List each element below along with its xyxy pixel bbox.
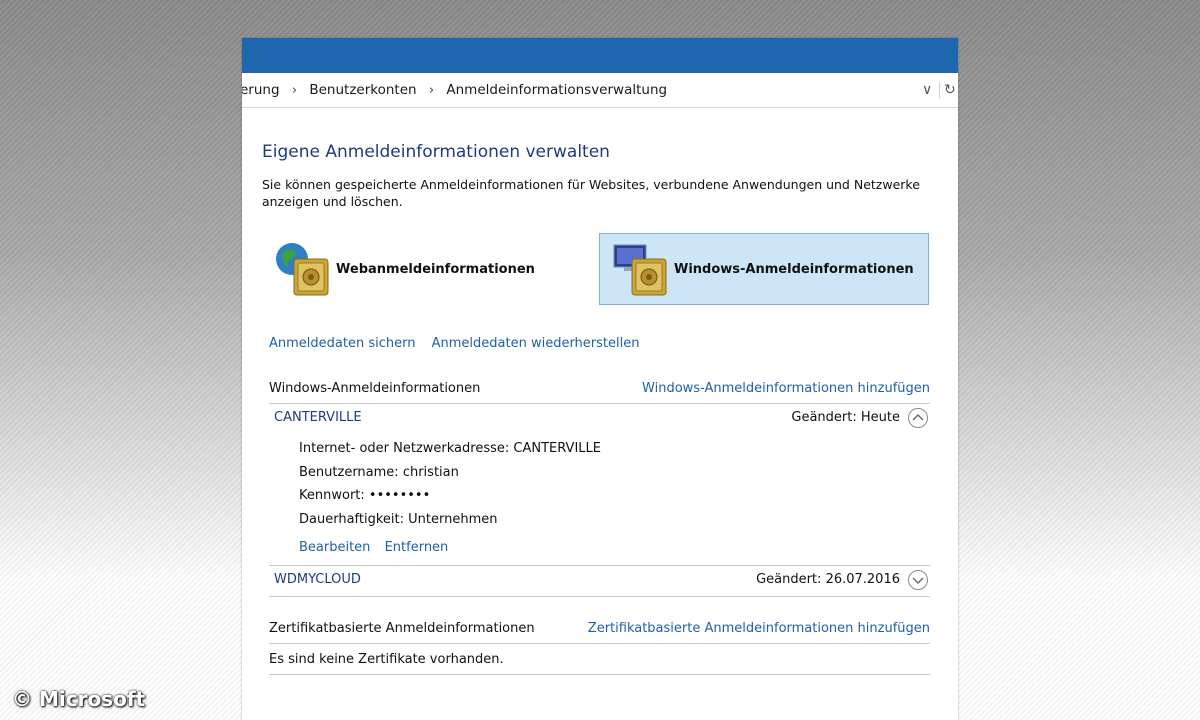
title-bar[interactable] xyxy=(242,38,958,73)
add-certificate-credential-link[interactable]: Zertifikatbasierte Anmeldeinformationen … xyxy=(588,621,930,636)
address-dropdown-icon[interactable]: ∨ xyxy=(922,82,932,98)
add-windows-credential-link[interactable]: Windows-Anmeldeinformationen hinzufügen xyxy=(642,381,930,396)
refresh-icon[interactable]: ↻ xyxy=(944,82,956,98)
detail-label: Kennwort: xyxy=(299,488,365,503)
detail-username: Benutzername: christian xyxy=(299,465,459,480)
collapse-chevron-icon[interactable] xyxy=(908,408,928,428)
restore-credentials-link[interactable]: Anmeldedaten wiederherstellen xyxy=(432,336,640,351)
changed-label: Geändert: xyxy=(791,410,857,425)
section-title: Zertifikatbasierte Anmeldeinformationen xyxy=(269,621,535,636)
row-divider xyxy=(269,674,930,675)
edit-credential-link[interactable]: Bearbeiten xyxy=(299,540,370,555)
backup-restore-links: Anmeldedaten sichern Anmeldedaten wieder… xyxy=(269,336,639,351)
detail-value: •••••••• xyxy=(368,488,431,503)
breadcrumb: erung › Benutzerkonten › Anmeldeinformat… xyxy=(242,82,667,98)
globe-vault-icon xyxy=(276,243,329,296)
detail-password: Kennwort: •••••••• xyxy=(299,488,430,503)
credential-name: CANTERVILLE xyxy=(274,410,362,425)
no-certificates-text: Es sind keine Zertifikate vorhanden. xyxy=(269,652,504,667)
detail-label: Dauerhaftigkeit: xyxy=(299,512,404,527)
credential-row-canterville[interactable]: CANTERVILLE Geändert: Heute xyxy=(269,404,930,434)
changed-value: 26.07.2016 xyxy=(825,572,900,587)
detail-network-address: Internet- oder Netzwerkadresse: CANTERVI… xyxy=(299,441,601,456)
remove-credential-link[interactable]: Entfernen xyxy=(385,540,449,555)
copyright-watermark: © Microsoft xyxy=(12,687,146,711)
detail-label: Benutzername: xyxy=(299,465,399,480)
certificate-credentials-section-header: Zertifikatbasierte Anmeldeinformationen … xyxy=(269,621,930,644)
credential-manager-window: erung › Benutzerkonten › Anmeldeinformat… xyxy=(242,38,958,720)
detail-label: Internet- oder Netzwerkadresse: xyxy=(299,441,510,456)
page-description: Sie können gespeicherte Anmeldeinformati… xyxy=(262,177,920,209)
breadcrumb-item-control-panel[interactable]: erung xyxy=(242,82,280,98)
breadcrumb-separator-icon[interactable]: › xyxy=(292,83,297,98)
web-credentials-label: Webanmeldeinformationen xyxy=(336,261,535,277)
expand-chevron-icon[interactable] xyxy=(908,570,928,590)
credential-changed: Geändert: Heute xyxy=(791,410,900,425)
detail-value: Unternehmen xyxy=(408,512,498,527)
changed-label: Geändert: xyxy=(756,572,822,587)
windows-credentials-tile[interactable]: Windows-Anmeldeinformationen xyxy=(599,233,929,305)
address-divider xyxy=(939,82,940,98)
backup-credentials-link[interactable]: Anmeldedaten sichern xyxy=(269,336,415,351)
credential-row-wdmycloud[interactable]: WDMYCLOUD Geändert: 26.07.2016 xyxy=(269,566,930,596)
detail-value: christian xyxy=(402,465,459,480)
row-divider xyxy=(269,596,930,597)
breadcrumb-item-user-accounts[interactable]: Benutzerkonten xyxy=(309,82,416,98)
address-bar[interactable]: erung › Benutzerkonten › Anmeldeinformat… xyxy=(242,73,958,108)
breadcrumb-item-credential-manager[interactable]: Anmeldeinformationsverwaltung xyxy=(446,82,667,98)
credential-name: WDMYCLOUD xyxy=(274,572,361,587)
breadcrumb-separator-icon[interactable]: › xyxy=(429,83,434,98)
credential-changed: Geändert: 26.07.2016 xyxy=(756,572,900,587)
web-credentials-tile[interactable]: Webanmeldeinformationen xyxy=(272,233,572,305)
windows-credentials-label: Windows-Anmeldeinformationen xyxy=(674,261,914,277)
monitor-vault-icon xyxy=(613,244,667,296)
changed-value: Heute xyxy=(860,410,900,425)
credential-actions: Bearbeiten Entfernen xyxy=(299,540,448,555)
detail-persistence: Dauerhaftigkeit: Unternehmen xyxy=(299,512,497,527)
windows-credentials-section-header: Windows-Anmeldeinformationen Windows-Anm… xyxy=(269,381,930,404)
detail-value: CANTERVILLE xyxy=(513,441,601,456)
page-title: Eigene Anmeldeinformationen verwalten xyxy=(262,142,610,162)
section-title: Windows-Anmeldeinformationen xyxy=(269,381,481,396)
